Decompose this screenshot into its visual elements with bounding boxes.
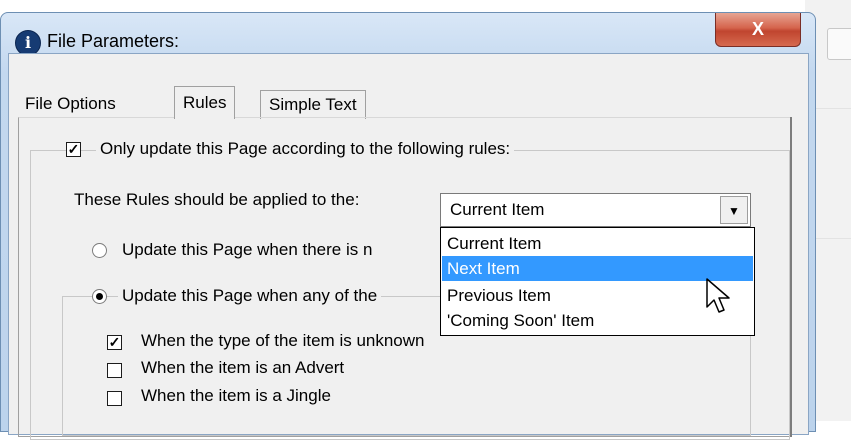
tab-rules[interactable]: Rules [174, 86, 236, 119]
radio-update-when-none-label: Update this Page when there is n [122, 240, 373, 259]
chevron-down-icon[interactable]: ▼ [720, 196, 748, 224]
applied-to-select[interactable]: Current Item ▼ [440, 193, 751, 227]
tab-file-options[interactable]: File Options [17, 90, 124, 118]
condition-advert-label: When the item is an Advert [141, 358, 345, 377]
background-button [827, 28, 851, 60]
dropdown-option-current-item[interactable]: Current Item [442, 231, 753, 256]
close-button[interactable]: X [715, 13, 801, 47]
condition-unknown-label: When the type of the item is unknown [141, 331, 425, 350]
applied-to-label: These Rules should be applied to the: [74, 190, 360, 209]
radio-update-when-any-label: Update this Page when any of the [118, 286, 382, 306]
window-title: File Parameters: [47, 31, 180, 51]
tab-simple-text[interactable]: Simple Text [260, 90, 366, 119]
applied-to-value: Current Item [450, 200, 545, 219]
radio-update-when-none[interactable] [92, 243, 107, 258]
radio-selected-dot [96, 293, 103, 300]
radio-update-when-any[interactable] [92, 289, 107, 304]
condition-jingle-label: When the item is a Jingle [141, 386, 331, 405]
enable-rules-checkbox[interactable]: ✓ [66, 142, 81, 157]
condition-jingle-checkbox[interactable] [107, 391, 122, 406]
enable-rules-label: Only update this Page according to the f… [96, 139, 515, 159]
condition-advert-checkbox[interactable] [107, 363, 122, 378]
condition-unknown-checkbox[interactable]: ✓ [107, 335, 122, 350]
tab-panel-edge [790, 117, 792, 437]
mouse-pointer-icon [706, 278, 730, 313]
